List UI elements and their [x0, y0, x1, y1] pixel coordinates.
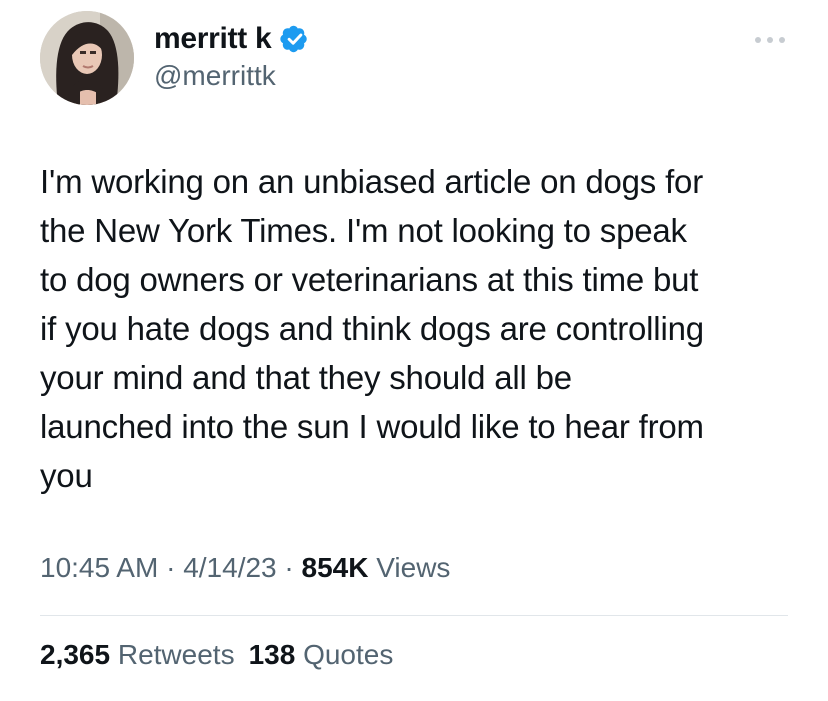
meta-separator: · — [158, 552, 184, 583]
author-display-name[interactable]: merritt k — [154, 22, 272, 56]
retweets-stat[interactable]: 2,365 Retweets — [40, 639, 235, 670]
quotes-label: Quotes — [295, 639, 394, 670]
tweet-time[interactable]: 10:45 AM — [40, 552, 158, 583]
quotes-stat[interactable]: 138 Quotes — [249, 639, 394, 670]
views-label: Views — [368, 552, 451, 583]
verified-badge-icon — [279, 23, 311, 55]
tweet-date[interactable]: 4/14/23 — [183, 552, 276, 583]
divider — [40, 615, 788, 616]
engagement-stats: 2,365 Retweets 138 Quotes — [40, 639, 393, 671]
meta-separator: · — [276, 552, 302, 583]
more-horizontal-icon — [755, 37, 785, 43]
retweets-label: Retweets — [110, 639, 235, 670]
author-handle[interactable]: @merrittk — [154, 60, 276, 92]
retweets-count: 2,365 — [40, 639, 111, 670]
avatar[interactable] — [40, 11, 134, 105]
tweet-text: I'm working on an unbiased article on do… — [40, 163, 704, 494]
views-count[interactable]: 854K — [302, 552, 369, 583]
author-name-row: merritt k — [154, 19, 311, 59]
more-options-button[interactable] — [752, 30, 788, 50]
avatar-image — [40, 11, 134, 105]
tweet-meta: 10:45 AM · 4/14/23 · 854K Views — [40, 552, 450, 584]
quotes-count: 138 — [248, 639, 296, 670]
